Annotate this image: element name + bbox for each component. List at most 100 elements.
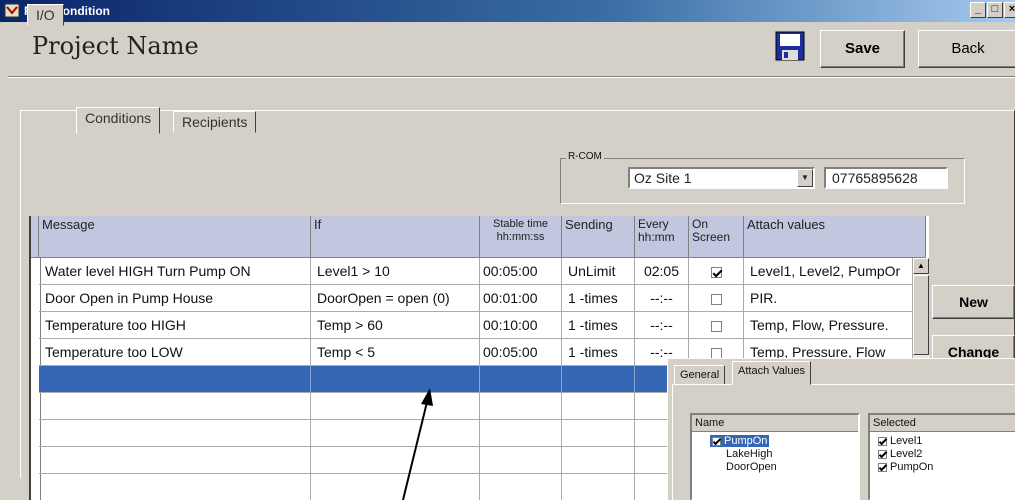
header-stable-time[interactable]: Stable time hh:mm:ss <box>480 216 562 258</box>
header-every[interactable]: Every hh:mm <box>635 216 689 258</box>
tab-io[interactable]: I/O <box>27 4 64 26</box>
project-title: Project Name <box>32 32 199 60</box>
cell-message[interactable] <box>39 447 311 474</box>
floppy-disk-icon <box>775 31 805 61</box>
cell-message[interactable] <box>39 420 311 447</box>
cell-sending[interactable] <box>562 420 635 447</box>
selected-list-header[interactable]: Selected <box>870 415 1015 432</box>
on-screen-checkbox[interactable] <box>710 266 722 278</box>
cell-if[interactable] <box>311 420 480 447</box>
cell-stable-time[interactable]: 00:05:00 <box>480 339 562 366</box>
attach-values-scrollbar[interactable]: ▲ <box>912 258 929 369</box>
item-label: Level1 <box>890 435 923 447</box>
item-label: DoorOpen <box>726 461 777 473</box>
table-row[interactable]: Door Open in Pump House DoorOpen = open … <box>33 285 931 312</box>
cell-if[interactable]: DoorOpen = open (0) <box>311 285 480 312</box>
cell-sending[interactable]: 1 -times <box>562 339 635 366</box>
cell-stable-time[interactable] <box>480 366 562 393</box>
attach-values-popup: General Attach Values Name PumpOn LakeHi… <box>667 358 1015 500</box>
scroll-thumb[interactable] <box>913 275 929 355</box>
tab-recipients[interactable]: Recipients <box>173 111 257 133</box>
cell-if[interactable]: Level1 > 10 <box>311 258 480 285</box>
cell-stable-time[interactable] <box>480 474 562 500</box>
app-icon <box>4 3 20 18</box>
cell-every[interactable]: --:-- <box>635 285 689 312</box>
item-checkbox[interactable] <box>878 436 887 446</box>
on-screen-checkbox[interactable] <box>710 293 722 305</box>
scroll-up-icon[interactable]: ▲ <box>913 258 929 274</box>
cell-if[interactable] <box>311 366 480 393</box>
header-on-screen[interactable]: On Screen <box>689 216 744 258</box>
cell-sending[interactable] <box>562 393 635 420</box>
new-button[interactable]: New <box>932 285 1015 319</box>
header-attach-values[interactable]: Attach values <box>744 216 926 258</box>
back-button[interactable]: Back <box>918 30 1015 68</box>
popup-tab-general[interactable]: General <box>674 365 726 385</box>
table-row[interactable]: Temperature too HIGH Temp > 60 00:10:00 … <box>33 312 931 339</box>
item-checkbox[interactable] <box>878 449 887 459</box>
item-checkbox[interactable] <box>878 462 887 472</box>
cell-if[interactable] <box>311 474 480 500</box>
cell-message[interactable]: Door Open in Pump House <box>39 285 311 312</box>
cell-message[interactable] <box>39 366 311 393</box>
cell-attach-values[interactable]: Level1, Level2, PumpOr <box>744 258 914 285</box>
cell-sending[interactable] <box>562 366 635 393</box>
list-item[interactable]: Level2 <box>878 448 922 460</box>
cell-stable-time[interactable]: 00:01:00 <box>480 285 562 312</box>
selected-list[interactable]: Selected Level1 Level2 PumpOn <box>868 413 1015 500</box>
table-row[interactable]: Water level HIGH Turn Pump ON Level1 > 1… <box>33 258 931 285</box>
phone-number-field[interactable]: 07765895628 <box>824 167 948 189</box>
cell-stable-time[interactable] <box>480 393 562 420</box>
tab-conditions[interactable]: Conditions <box>76 107 161 134</box>
cell-message[interactable]: Water level HIGH Turn Pump ON <box>39 258 311 285</box>
item-label: Level2 <box>890 448 923 460</box>
cell-message[interactable] <box>39 474 311 500</box>
cell-sending[interactable]: 1 -times <box>562 312 635 339</box>
cell-if[interactable] <box>311 393 480 420</box>
cell-if[interactable]: Temp < 5 <box>311 339 480 366</box>
header-divider <box>8 76 1015 78</box>
cell-message[interactable]: Temperature too LOW <box>39 339 311 366</box>
cell-if[interactable] <box>311 447 480 474</box>
rcom-label: R-COM <box>566 151 604 162</box>
on-screen-checkbox[interactable] <box>710 320 722 332</box>
cell-message[interactable]: Temperature too HIGH <box>39 312 311 339</box>
header-message[interactable]: Message <box>39 216 311 258</box>
cell-every[interactable]: --:-- <box>635 312 689 339</box>
cell-stable-time[interactable] <box>480 420 562 447</box>
list-item[interactable]: PumpOn <box>710 435 770 447</box>
list-item[interactable]: DoorOpen <box>726 461 777 473</box>
cell-message[interactable] <box>39 393 311 420</box>
name-list[interactable]: Name PumpOn LakeHigh DoorOpen <box>690 413 860 500</box>
list-item[interactable]: LakeHigh <box>726 448 772 460</box>
cell-sending[interactable] <box>562 447 635 474</box>
window-titlebar: FormCondition _ □ × <box>0 0 1015 22</box>
header-if[interactable]: If <box>311 216 480 258</box>
cell-on-screen[interactable] <box>689 312 744 339</box>
cell-attach-values[interactable]: Temp, Flow, Pressure. <box>744 312 914 339</box>
cell-attach-values[interactable]: PIR. <box>744 285 914 312</box>
save-button[interactable]: Save <box>820 30 905 68</box>
header-sending[interactable]: Sending <box>562 216 635 258</box>
cell-every[interactable]: 02:05 <box>635 258 689 285</box>
minimize-button[interactable]: _ <box>970 2 986 18</box>
cell-on-screen[interactable] <box>689 258 744 285</box>
cell-sending[interactable]: UnLimit <box>562 258 635 285</box>
close-button[interactable]: × <box>1004 2 1015 18</box>
cell-if[interactable]: Temp > 60 <box>311 312 480 339</box>
chevron-down-icon[interactable]: ▼ <box>797 169 813 187</box>
maximize-button[interactable]: □ <box>987 2 1003 18</box>
item-label: LakeHigh <box>726 448 773 460</box>
list-item[interactable]: PumpOn <box>878 461 933 473</box>
cell-sending[interactable] <box>562 474 635 500</box>
name-list-header[interactable]: Name <box>692 415 858 432</box>
site-select[interactable]: Oz Site 1 ▼ <box>628 167 815 189</box>
popup-tab-attach-values[interactable]: Attach Values <box>732 361 812 385</box>
cell-stable-time[interactable] <box>480 447 562 474</box>
item-checkbox[interactable] <box>712 436 721 446</box>
cell-on-screen[interactable] <box>689 285 744 312</box>
list-item[interactable]: Level1 <box>878 435 922 447</box>
cell-stable-time[interactable]: 00:10:00 <box>480 312 562 339</box>
cell-stable-time[interactable]: 00:05:00 <box>480 258 562 285</box>
cell-sending[interactable]: 1 -times <box>562 285 635 312</box>
